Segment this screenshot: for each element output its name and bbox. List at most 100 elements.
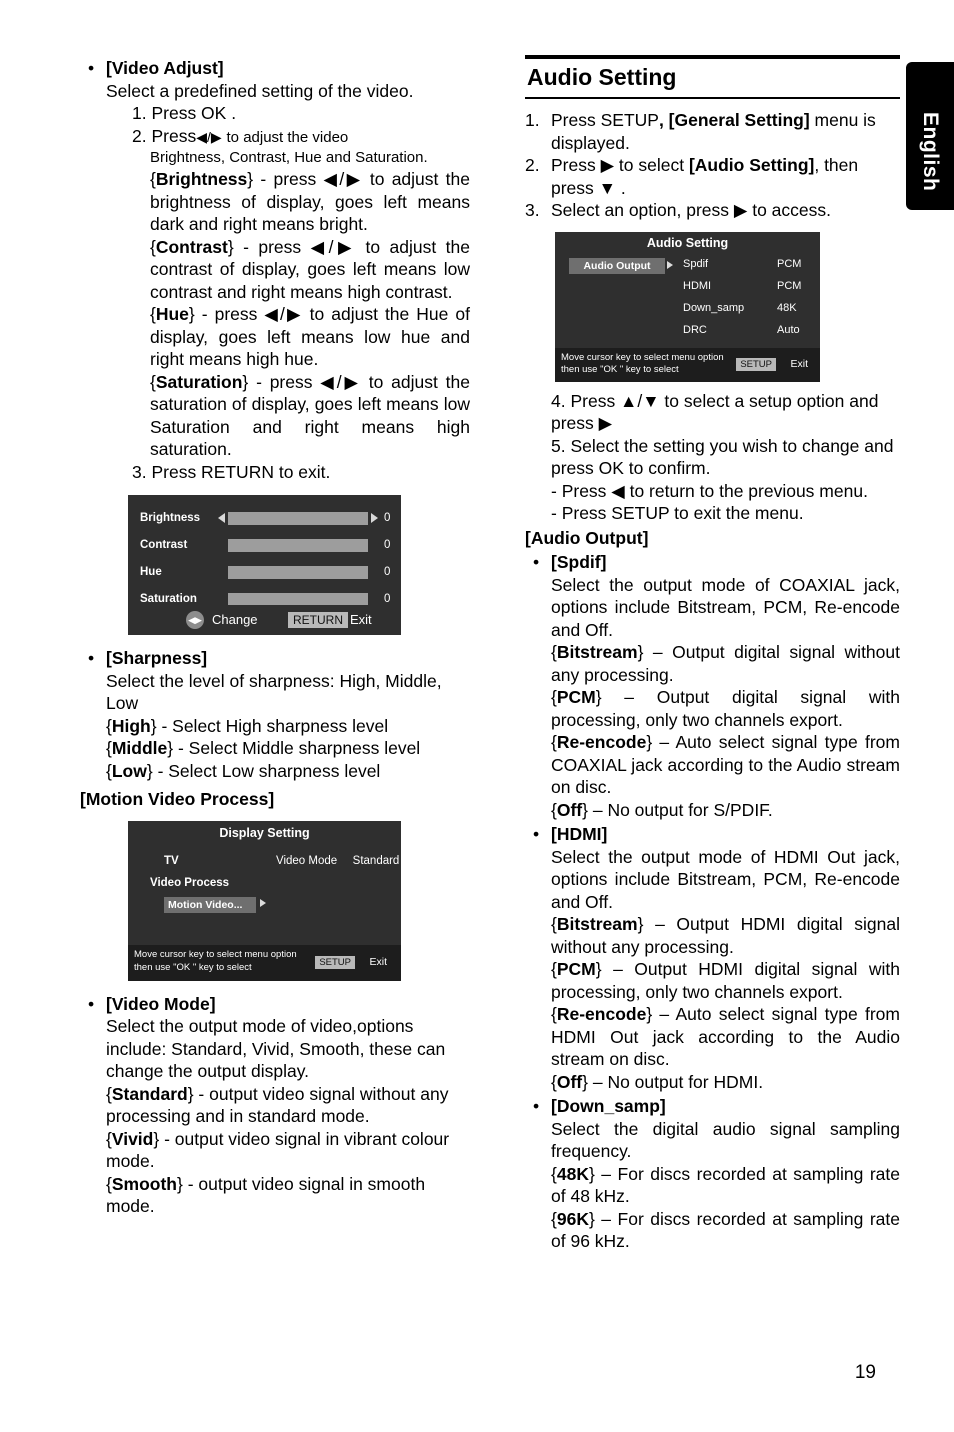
- bullet-dot: •: [533, 1096, 540, 1116]
- osd-item-motion-video-selected[interactable]: Motion Video...: [164, 896, 256, 913]
- video-adjust-contrast: {Contrast} - press ◀/▶ to adjust the con…: [150, 236, 470, 302]
- audio-setting-osd-title: Audio Setting: [646, 235, 729, 250]
- display-setting-osd-footer: Move cursor key to select menu option th…: [128, 944, 401, 981]
- video-adjust-step1: 1. Press OK .: [132, 103, 237, 123]
- video-adjust-title: [Video Adjust]: [106, 58, 224, 78]
- audio-setting-osd: Audio Setting Audio Output Spdif PCM HDM…: [555, 231, 820, 382]
- video-adjust-hue: {Hue} - press ◀/▶ to adjust the Hue of d…: [150, 304, 470, 369]
- audio-setting-steps: 1. Press SETUP, [General Setting] menu i…: [525, 109, 900, 222]
- exit-label: Exit: [369, 955, 387, 968]
- video-adjust-step2-line2: Brightness, Contrast, Hue and Saturation…: [150, 149, 428, 166]
- contrast-slider[interactable]: [228, 539, 368, 552]
- step-5-sub-2: - Press SETUP to exit the menu.: [551, 503, 804, 523]
- language-tab-label: English: [919, 112, 942, 192]
- left-right-arrows: ◀/▶: [196, 128, 222, 145]
- display-setting-osd-title: Display Setting: [219, 825, 310, 840]
- audio-setting-osd-footer: Move cursor key to select menu option th…: [555, 347, 820, 382]
- right-column: Audio Setting 1. Press SETUP, [General S…: [525, 55, 900, 1253]
- down-samp-title: [Down_samp]: [551, 1096, 666, 1116]
- hdmi-intro: Select the output mode of HDMI Out jack,…: [551, 846, 900, 912]
- osd-row-contrast: Contrast 0: [140, 539, 391, 552]
- setup-key-badge: SETUP: [315, 955, 355, 969]
- return-key-badge: RETURN: [288, 612, 348, 628]
- chevron-right-icon: [667, 260, 673, 269]
- video-mode-standard: {Standard} - output video signal without…: [106, 1083, 449, 1127]
- spdif-reencode: {Re-encode} – Auto select signal type fr…: [551, 732, 900, 797]
- step-4: 4. Press ▲/▼ to select a setup option an…: [551, 390, 879, 434]
- video-mode-intro: Select the output mode of video,options …: [106, 1016, 446, 1081]
- down-samp-intro: Select the digital audio signal sampling…: [551, 1118, 900, 1162]
- osd-option-down-samp[interactable]: Down_samp: [683, 302, 744, 314]
- hdmi-pcm: {PCM} – Output HDMI digital signal with …: [551, 959, 900, 1002]
- bullet-dot: •: [88, 993, 95, 1014]
- video-adjust-step2: 2. Press◀/▶ to adjust the video: [132, 125, 349, 146]
- osd-value-drc: Auto: [777, 323, 800, 336]
- hue-slider[interactable]: [228, 566, 368, 579]
- setup-key-badge: SETUP: [736, 357, 776, 371]
- sharpness-high: {High} - Select High sharpness level: [106, 715, 389, 736]
- spdif-off: {Off} – No output for S/PDIF.: [551, 799, 773, 820]
- osd-option-spdif[interactable]: Spdif: [683, 258, 708, 270]
- spdif-block: • [Spdif] Select the output mode of COAX…: [525, 551, 900, 821]
- step-2: 2. Press ▶ to select [Audio Setting], th…: [525, 155, 859, 198]
- osd-item-audio-output-selected[interactable]: Audio Output: [569, 257, 665, 274]
- footer-line-2: then use "OK " key to select: [134, 961, 252, 973]
- down-samp-block: • [Down_samp] Select the digital audio s…: [525, 1095, 900, 1253]
- bullet-dot: •: [533, 824, 540, 844]
- osd-option-hdmi[interactable]: HDMI: [683, 280, 711, 292]
- display-setting-osd: Display Setting TV Video Process Motion …: [128, 820, 401, 981]
- video-adjust-step3: 3. Press RETURN to exit.: [132, 461, 331, 482]
- sharpness-block: • [Sharpness] Select the level of sharpn…: [80, 647, 470, 782]
- video-adjust-osd: Brightness 0 Contrast 0 Hue 0 Saturation…: [128, 495, 401, 635]
- down-samp-48k: {48K} – For discs recorded at sampling r…: [551, 1163, 900, 1207]
- footer-line-1: Move cursor key to select menu option: [134, 948, 297, 960]
- exit-label: Exit: [790, 357, 808, 370]
- osd-option-video-mode-value: Standard: [352, 854, 400, 867]
- spdif-intro: Select the output mode of COAXIAL jack, …: [551, 574, 900, 640]
- sharpness-intro: Select the level of sharpness: High, Mid…: [106, 670, 442, 714]
- bullet-dot: •: [88, 58, 95, 78]
- sharpness-low: {Low} - Select Low sharpness level: [106, 760, 381, 781]
- osd-item-tv[interactable]: TV: [164, 855, 179, 867]
- change-label: Change: [212, 612, 258, 627]
- osd-option-drc[interactable]: DRC: [683, 324, 707, 336]
- hdmi-off: {Off} – No output for HDMI.: [551, 1071, 764, 1092]
- chevron-right-icon: [260, 898, 266, 907]
- sharpness-middle: {Middle} - Select Middle sharpness level: [106, 738, 421, 758]
- left-column: • [Video Adjust] Select a predefined set…: [80, 55, 470, 1218]
- osd-row-brightness: Brightness 0: [140, 512, 391, 525]
- bullet-dot: •: [88, 648, 95, 668]
- video-adjust-saturation: {Saturation} - press ◀/▶ to adjust the s…: [150, 371, 470, 460]
- osd-value-hdmi: PCM: [777, 279, 802, 292]
- page-number: 19: [854, 1362, 876, 1383]
- audio-setting-steps-cont: 4. Press ▲/▼ to select a setup option an…: [525, 390, 900, 480]
- osd-value-down-samp: 48K: [777, 301, 797, 314]
- step-3: 3. Select an option, press ▶ to access.: [525, 200, 831, 220]
- right-arrow-icon: [371, 513, 378, 523]
- footer-line-2: then use "OK " key to select: [561, 363, 679, 375]
- step-5: 5. Select the setting you wish to change…: [551, 435, 894, 479]
- video-mode-block: • [Video Mode] Select the output mode of…: [80, 993, 470, 1218]
- video-mode-vivid: {Vivid} - output video signal in vibrant…: [106, 1128, 450, 1172]
- video-adjust-intro: Select a predefined setting of the video…: [106, 80, 414, 101]
- step-5-sub-1: - Press ◀ to return to the previous menu…: [551, 480, 868, 501]
- exit-label: Exit: [350, 612, 372, 627]
- video-adjust-osd-footer: ◀▶ Change RETURN Exit: [128, 605, 401, 635]
- osd-row-hue: Hue 0: [140, 566, 391, 579]
- language-tab: English: [906, 62, 954, 210]
- bullet-dot: •: [533, 552, 540, 572]
- osd-option-video-mode: Video Mode: [276, 854, 338, 867]
- footer-line-1: Move cursor key to select menu option: [561, 351, 724, 363]
- hdmi-reencode: {Re-encode} – Auto select signal type fr…: [551, 1004, 900, 1069]
- dpad-icon: ◀▶: [186, 611, 204, 629]
- osd-item-video-process[interactable]: Video Process: [150, 877, 229, 889]
- spdif-bitstream: {Bitstream} – Output digital signal with…: [551, 642, 900, 685]
- osd-value-spdif: PCM: [777, 257, 802, 270]
- spdif-pcm: {PCM} – Output digital signal with proce…: [551, 687, 900, 730]
- hdmi-title: [HDMI]: [551, 824, 608, 844]
- hdmi-block: • [HDMI] Select the output mode of HDMI …: [525, 823, 900, 1093]
- audio-output-heading: [Audio Output]: [525, 527, 649, 548]
- brightness-slider[interactable]: [228, 512, 368, 525]
- video-adjust-block: • [Video Adjust] Select a predefined set…: [80, 57, 470, 483]
- step-1: 1. Press SETUP, [General Setting] menu i…: [525, 110, 876, 153]
